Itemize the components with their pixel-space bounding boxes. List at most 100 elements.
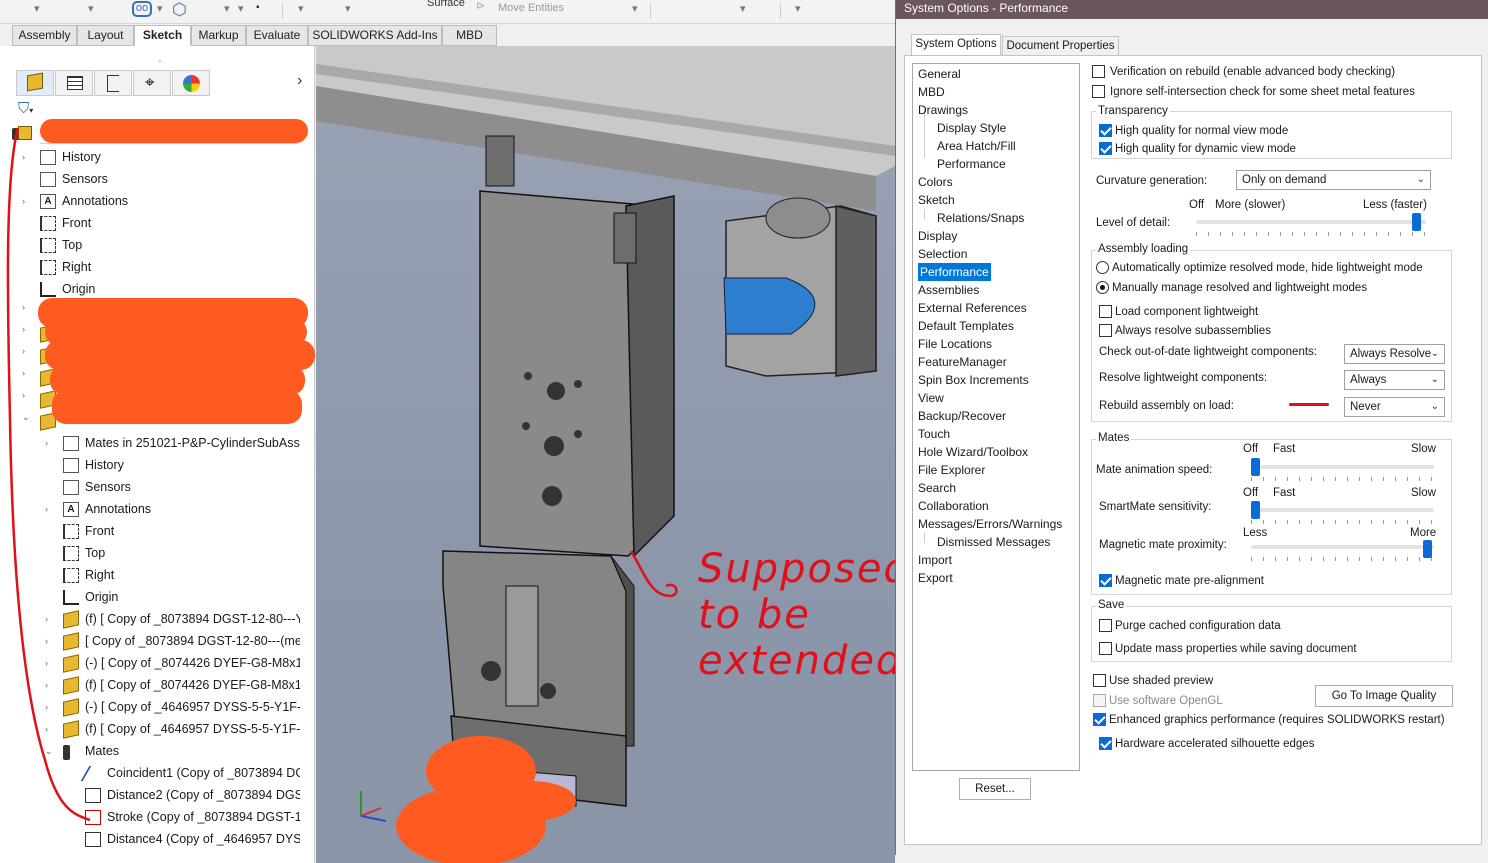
category-item[interactable]: Area Hatch/Fill	[937, 137, 1016, 155]
category-item[interactable]: Messages/Errors/Warnings	[918, 515, 1062, 533]
magnetic-slider-track[interactable]	[1251, 545, 1434, 549]
category-item[interactable]: Collaboration	[918, 497, 989, 515]
chevron-down-icon[interactable]: ▾	[345, 2, 351, 15]
category-item[interactable]: File Locations	[918, 335, 992, 353]
category-item-selected[interactable]: Performance	[918, 263, 991, 281]
hw-silhouette-checkbox[interactable]	[1099, 737, 1112, 750]
category-item[interactable]: Spin Box Increments	[918, 371, 1029, 389]
category-item[interactable]: Display	[918, 227, 957, 245]
category-item[interactable]: Search	[918, 479, 956, 497]
hexagon-icon[interactable]: ⬡	[172, 0, 187, 20]
tab-system-options[interactable]: System Options	[911, 34, 1001, 56]
lod-slider-track[interactable]	[1196, 220, 1426, 224]
category-item[interactable]: View	[918, 389, 944, 407]
always-resolve-checkbox[interactable]	[1099, 324, 1112, 337]
load-lightweight-label: Load component lightweight	[1115, 306, 1259, 318]
ignore-self-intersection-checkbox[interactable]	[1092, 85, 1105, 98]
move-entities-icon[interactable]: ⊳	[476, 0, 485, 12]
chevron-down-icon[interactable]: ▾	[238, 2, 244, 15]
category-item[interactable]: Colors	[918, 173, 953, 191]
category-item[interactable]: Performance	[937, 155, 1006, 173]
category-item[interactable]: General	[918, 65, 961, 83]
category-item[interactable]: Export	[918, 569, 953, 587]
property-manager-tab[interactable]	[55, 70, 93, 96]
curvature-select[interactable]: Only on demand ⌄	[1236, 170, 1431, 190]
mate-anim-ticks	[1251, 477, 1434, 481]
category-item[interactable]: Touch	[918, 425, 950, 443]
category-item[interactable]: Dismissed Messages	[937, 533, 1050, 551]
category-item[interactable]: Assemblies	[918, 281, 979, 299]
tab-sketch[interactable]: Sketch	[134, 25, 191, 46]
chevron-down-icon[interactable]: ▾	[88, 2, 94, 15]
reset-button[interactable]: Reset...	[959, 778, 1031, 800]
tab-document-properties[interactable]: Document Properties	[1002, 36, 1119, 56]
chevron-down-icon[interactable]: ▾	[34, 2, 40, 15]
enhanced-graphics-label: Enhanced graphics performance (requires …	[1109, 714, 1445, 726]
verification-checkbox[interactable]	[1092, 65, 1105, 78]
magnetic-slider-thumb[interactable]	[1423, 540, 1432, 558]
lod-less-label: Less (faster)	[1363, 199, 1427, 211]
resolve-lightweight-select[interactable]: Always ⌄	[1344, 370, 1445, 390]
category-item[interactable]: Default Templates	[918, 317, 1014, 335]
chevron-down-icon: ⌄	[1416, 174, 1425, 185]
category-item[interactable]: MBD	[918, 83, 945, 101]
mate-anim-slider-thumb[interactable]	[1251, 458, 1260, 476]
tab-layout[interactable]: Layout	[77, 25, 134, 46]
tab-solidworks-add-ins[interactable]: SOLIDWORKS Add-Ins	[308, 25, 442, 46]
category-item[interactable]: Hole Wizard/Toolbox	[918, 443, 1028, 461]
surface-label[interactable]: Surface	[427, 0, 465, 9]
mate-anim-slider-track[interactable]	[1251, 465, 1434, 469]
point-icon[interactable]: ▪	[256, 2, 260, 13]
category-item[interactable]: Sketch	[918, 191, 955, 209]
resolve-lightweight-label: Resolve lightweight components:	[1099, 372, 1268, 384]
hq-dynamic-checkbox[interactable]	[1099, 142, 1112, 155]
chevron-down-icon[interactable]: ▾	[632, 2, 638, 15]
category-item[interactable]: Display Style	[937, 119, 1006, 137]
configuration-manager-tab[interactable]	[94, 70, 132, 96]
move-entities-label[interactable]: Move Entities	[498, 2, 564, 14]
tab-evaluate[interactable]: Evaluate	[246, 25, 308, 46]
hq-normal-checkbox[interactable]	[1099, 124, 1112, 137]
category-item[interactable]: Import	[918, 551, 952, 569]
go-to-image-quality-button[interactable]: Go To Image Quality	[1315, 685, 1453, 707]
rebuild-on-load-select[interactable]: Never ⌄	[1344, 397, 1445, 417]
display-manager-tab[interactable]	[172, 70, 210, 96]
lod-slider-thumb[interactable]	[1412, 213, 1421, 231]
category-item[interactable]: External References	[918, 299, 1027, 317]
chevron-down-icon[interactable]: ▾	[740, 2, 746, 15]
filter-icon[interactable]: ⛉▾	[18, 100, 42, 122]
smartmate-slider-track[interactable]	[1251, 508, 1434, 512]
software-opengl-checkbox[interactable]	[1093, 694, 1106, 707]
category-item[interactable]: Backup/Recover	[918, 407, 1006, 425]
purge-checkbox[interactable]	[1099, 619, 1112, 632]
category-item[interactable]: Drawings	[918, 101, 968, 119]
link-icon[interactable]: oo	[132, 1, 152, 17]
chevron-down-icon[interactable]: ▾	[795, 2, 801, 15]
prealign-checkbox[interactable]	[1099, 574, 1112, 587]
chevron-down-icon[interactable]: ▾	[298, 2, 304, 15]
shaded-preview-checkbox[interactable]	[1093, 674, 1106, 687]
splitter-handle[interactable]: ◦	[158, 56, 161, 66]
tab-mbd[interactable]: MBD	[442, 25, 497, 46]
chevron-down-icon[interactable]: ▾	[224, 2, 230, 15]
update-mass-checkbox[interactable]	[1099, 642, 1112, 655]
smartmate-slider-thumb[interactable]	[1251, 501, 1260, 519]
software-opengl-label: Use software OpenGL	[1109, 695, 1223, 707]
feature-tree-tab[interactable]	[16, 70, 54, 96]
dimxpert-tab[interactable]: ⌖	[133, 70, 171, 96]
auto-optimize-radio[interactable]	[1096, 261, 1109, 274]
graphics-viewport[interactable]: Supposed to be extended	[316, 46, 895, 863]
check-out-of-date-select[interactable]: Always Resolve ⌄	[1344, 344, 1445, 364]
category-item[interactable]: Selection	[918, 245, 967, 263]
tab-assembly[interactable]: Assembly	[12, 25, 77, 46]
category-item[interactable]: Relations/Snaps	[937, 209, 1024, 227]
manual-manage-label: Manually manage resolved and lightweight…	[1112, 282, 1368, 294]
tab-markup[interactable]: Markup	[191, 25, 246, 46]
category-item[interactable]: FeatureManager	[918, 353, 1007, 371]
chevron-down-icon[interactable]: ▾	[157, 2, 163, 15]
load-lightweight-checkbox[interactable]	[1099, 305, 1112, 318]
chevron-right-icon[interactable]: ›	[297, 72, 302, 90]
manual-manage-radio[interactable]	[1096, 281, 1109, 294]
enhanced-graphics-checkbox[interactable]	[1093, 713, 1106, 726]
category-item[interactable]: File Explorer	[918, 461, 985, 479]
